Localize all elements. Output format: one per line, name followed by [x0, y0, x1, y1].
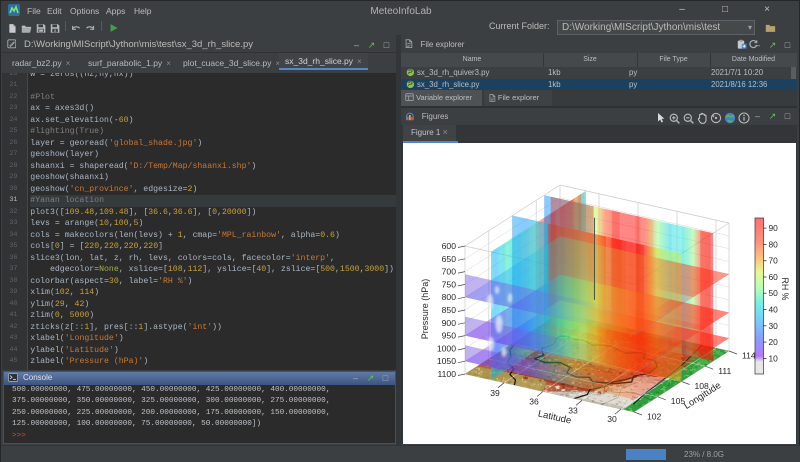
svg-text:114: 114: [742, 351, 756, 361]
svg-text:80: 80: [769, 239, 779, 249]
svg-text:20: 20: [769, 337, 779, 347]
svg-text:102: 102: [647, 412, 662, 422]
svg-text:10: 10: [769, 353, 779, 363]
svg-text:RH %: RH %: [780, 278, 790, 301]
svg-text:a: a: [53, 28, 56, 33]
svg-text:39: 39: [490, 388, 500, 398]
svg-text:40: 40: [769, 305, 779, 315]
svg-text:1100: 1100: [438, 369, 457, 379]
svg-text:90: 90: [769, 223, 779, 233]
svg-text:60: 60: [769, 272, 779, 282]
svg-text:30: 30: [607, 414, 617, 424]
svg-text:750: 750: [442, 279, 457, 289]
svg-text:950: 950: [442, 331, 457, 341]
svg-text:800: 800: [442, 292, 457, 302]
svg-text:33: 33: [568, 405, 578, 415]
svg-text:Pressure (hPa): Pressure (hPa): [420, 279, 430, 340]
svg-text:650: 650: [442, 254, 457, 264]
svg-text:700: 700: [442, 267, 457, 277]
svg-text:36: 36: [529, 397, 539, 407]
svg-text:850: 850: [442, 305, 457, 315]
svg-text:70: 70: [769, 256, 779, 266]
svg-text:50: 50: [769, 288, 779, 298]
svg-text:900: 900: [442, 318, 457, 328]
svg-text:600: 600: [442, 241, 457, 251]
svg-text:1050: 1050: [437, 356, 456, 366]
svg-text:111: 111: [718, 366, 731, 376]
svg-text:1000: 1000: [437, 343, 456, 353]
svg-text:30: 30: [769, 321, 779, 331]
